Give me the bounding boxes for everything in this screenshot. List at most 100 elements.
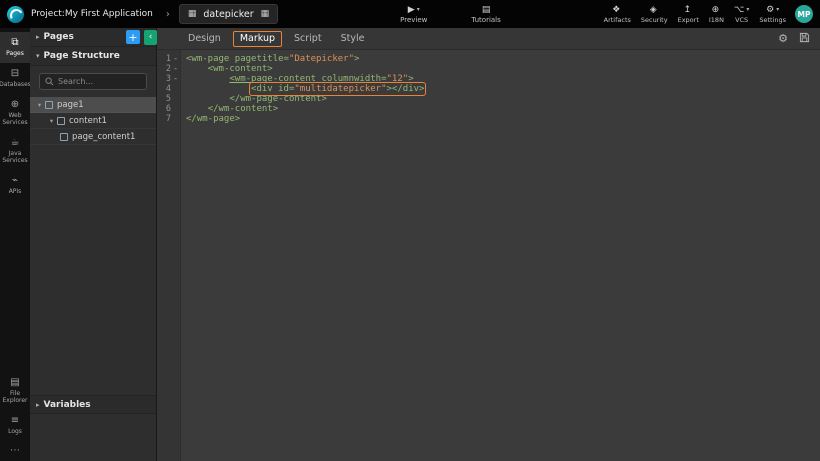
fold-marker-icon[interactable]: - (173, 64, 178, 74)
fold-marker-icon[interactable]: - (173, 74, 178, 84)
markup-editor: 1-2-3-4567 <wm-page pagetitle="Datepicke… (157, 50, 820, 461)
rail-label: Java Services (1, 150, 29, 164)
web-services-icon: ⊕ (11, 99, 19, 110)
pages-section-header[interactable]: ▸ Pages + ‹ (30, 28, 156, 47)
fold-marker-icon[interactable]: - (173, 54, 178, 64)
preview-button[interactable]: ▶ ▾ Preview (400, 5, 427, 24)
security-label: Security (641, 16, 668, 24)
grid-icon: ▦ (188, 10, 197, 19)
main-area: Design Markup Script Style ⚙ 1-2-3-4567 … (157, 28, 820, 461)
code-line[interactable]: <wm-content> (186, 64, 820, 74)
export-button[interactable]: ↥ Export (678, 5, 699, 24)
rail-item-logs[interactable]: ≡ Logs (0, 410, 30, 441)
chevron-down-icon[interactable]: ▾ (35, 101, 44, 109)
chevron-down-icon[interactable]: ▾ (47, 117, 56, 125)
artifacts-label: Artifacts (604, 16, 631, 24)
editor-tabbar: Design Markup Script Style ⚙ (157, 28, 820, 50)
page-structure-title: Page Structure (44, 51, 120, 61)
artifacts-icon: ❖ (612, 5, 620, 15)
code-line[interactable]: </wm-page-content> (186, 94, 820, 104)
search-box (39, 73, 147, 90)
vcs-button[interactable]: ⌥▾ VCS (734, 5, 749, 24)
caret-icon: ▾ (776, 5, 779, 15)
tree-item-content1[interactable]: ▾ content1 (30, 113, 156, 129)
variables-section-header[interactable]: ▸ Variables (30, 395, 156, 414)
code-lines[interactable]: <wm-page pagetitle="Datepicker"> <wm-con… (181, 50, 820, 461)
sidebar-footer-space (30, 414, 156, 461)
search-input[interactable] (58, 77, 141, 86)
project-label: Project:My First Application (31, 9, 153, 19)
left-rail: ⧉ Pages ⊟ Databases ⊕ Web Services ☕ Jav… (0, 28, 30, 461)
artifacts-button[interactable]: ❖ Artifacts (604, 5, 631, 24)
chevron-down-icon: ▾ (417, 5, 420, 15)
code-line[interactable]: <wm-page pagetitle="Datepicker"> (186, 54, 820, 64)
file-explorer-icon: ▤ (10, 377, 19, 388)
pages-section-title: Pages (44, 32, 74, 42)
rail-item-web-services[interactable]: ⊕ Web Services (0, 94, 30, 132)
tree-item-page-content1[interactable]: page_content1 (30, 129, 156, 145)
editor-settings-gear-icon[interactable]: ⚙ (778, 33, 788, 44)
database-icon: ⊟ (11, 68, 19, 79)
sidebar-spacer (30, 145, 156, 395)
app-logo-icon[interactable] (7, 6, 24, 23)
tree-item-label: page1 (57, 100, 84, 110)
save-icon[interactable] (799, 32, 810, 45)
globe-icon: ⊕ (712, 5, 720, 15)
rail-label: Databases (0, 81, 31, 88)
add-page-button[interactable]: + (126, 30, 140, 44)
widget-icon (57, 117, 65, 125)
tutorials-button[interactable]: ▤ Tutorials (471, 5, 500, 24)
preview-label: Preview (400, 16, 427, 24)
line-number: 6 (166, 104, 178, 114)
tree-item-label: page_content1 (72, 132, 135, 142)
rail-label: File Explorer (1, 390, 29, 404)
tree-item-page1[interactable]: ▾ page1 (30, 97, 156, 113)
settings-button[interactable]: ⚙▾ Settings (759, 5, 786, 24)
apps-grid-icon[interactable]: ▦ (261, 10, 270, 19)
tab-style[interactable]: Style (334, 31, 372, 47)
vcs-label: VCS (735, 16, 748, 24)
user-avatar[interactable]: MP (795, 5, 813, 23)
security-button[interactable]: ◈ Security (641, 5, 668, 24)
rail-item-pages[interactable]: ⧉ Pages (0, 32, 30, 63)
rail-label: Logs (8, 428, 22, 435)
code-line[interactable]: </wm-content> (186, 104, 820, 114)
markup-highlight-box: <div id="multidatepicker"></div> (251, 84, 424, 94)
widget-icon (60, 133, 68, 141)
rail-spacer (0, 201, 30, 372)
rail-item-java-services[interactable]: ☕ Java Services (0, 132, 30, 170)
rail-item-apis[interactable]: ⌁ APIs (0, 170, 30, 201)
search-icon (45, 77, 54, 86)
export-label: Export (678, 16, 699, 24)
chevron-right-icon: › (166, 9, 170, 20)
branch-icon: ⌥ (734, 5, 744, 15)
line-number: 5 (166, 94, 178, 104)
tab-design[interactable]: Design (181, 31, 228, 47)
section-arrow-icon: ▸ (36, 401, 40, 409)
tutorials-label: Tutorials (471, 16, 500, 24)
page-structure-header[interactable]: ▾ Page Structure (30, 47, 156, 66)
collapse-panel-button[interactable]: ‹ (144, 30, 157, 45)
caret-icon: ▾ (746, 5, 749, 15)
page-selector-tab[interactable]: ▦ datepicker ▦ (179, 4, 278, 24)
more-options-icon[interactable]: ⋯ (0, 441, 30, 461)
rail-label: Web Services (1, 112, 29, 126)
pages-icon: ⧉ (11, 37, 18, 48)
i18n-label: I18N (709, 16, 724, 24)
code-line[interactable]: <wm-page-content columnwidth="12"> (186, 74, 820, 84)
settings-label: Settings (759, 16, 786, 24)
app-window: Project:My First Application › ▦ datepic… (0, 0, 820, 461)
page-icon (45, 101, 53, 109)
tab-markup[interactable]: Markup (233, 31, 282, 47)
java-services-icon: ☕ (11, 137, 20, 148)
rail-item-file-explorer[interactable]: ▤ File Explorer (0, 372, 30, 410)
code-line[interactable]: <div id="multidatepicker"></div> (186, 84, 820, 94)
gear-icon: ⚙ (766, 5, 774, 15)
code-line[interactable]: </wm-page> (186, 114, 820, 124)
rail-item-databases[interactable]: ⊟ Databases (0, 63, 30, 94)
tab-script[interactable]: Script (287, 31, 329, 47)
section-arrow-icon: ▾ (36, 52, 40, 60)
line-number: 4 (166, 84, 178, 94)
i18n-button[interactable]: ⊕ I18N (709, 5, 724, 24)
topbar-right: ❖ Artifacts ◈ Security ↥ Export ⊕ I18N ⌥… (604, 5, 786, 24)
